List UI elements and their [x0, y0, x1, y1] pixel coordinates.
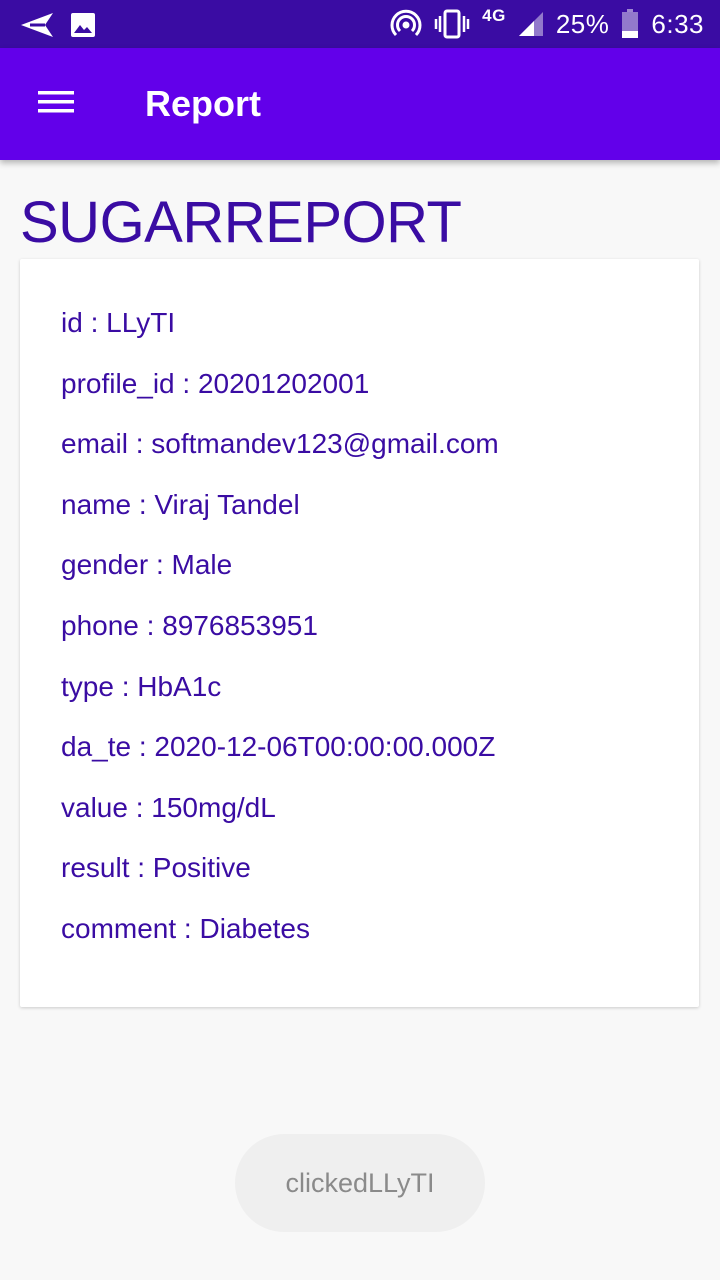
- report-field-gender: gender : Male: [61, 549, 233, 580]
- image-icon: [70, 12, 96, 38]
- report-field-date: da_te : 2020-12-06T00:00:00.000Z: [61, 731, 496, 762]
- page-title: SUGARREPORT: [20, 190, 462, 255]
- send-icon: [20, 12, 54, 38]
- signal-icon: [518, 11, 544, 37]
- report-field-result: result : Positive: [61, 852, 251, 883]
- report-field-type: type : HbA1c: [61, 671, 222, 702]
- report-field-id: id : LLyTI: [61, 307, 176, 338]
- report-field-name: name : Viraj Tandel: [61, 489, 300, 520]
- clock: 6:33: [651, 8, 704, 39]
- status-bar: 4G 25% 6:33: [0, 0, 720, 48]
- report-field-email: email : softmandev123@gmail.com: [61, 428, 499, 459]
- battery-percent: 25%: [555, 8, 610, 39]
- status-bar-left: [20, 10, 96, 40]
- status-bar-right: 4G 25% 6:33: [390, 0, 704, 48]
- report-card: id : LLyTI profile_id : 20201202001 emai…: [20, 259, 699, 1007]
- network-type: 4G: [482, 6, 506, 25]
- hotspot-icon: [390, 8, 422, 40]
- report-field-phone: phone : 8976853951: [61, 610, 318, 641]
- hamburger-menu-button[interactable]: [22, 72, 90, 136]
- report-field-value: value : 150mg/dL: [61, 792, 276, 823]
- report-field-profile-id: profile_id : 20201202001: [61, 368, 370, 399]
- report-field-comment: comment : Diabetes: [61, 913, 310, 944]
- vibrate-icon: [434, 9, 470, 39]
- hamburger-menu-icon: [36, 87, 76, 122]
- app-bar: Report: [0, 48, 720, 160]
- app-bar-title: Report: [145, 83, 261, 124]
- battery-icon: [621, 9, 639, 39]
- toast-message: clickedLLyTI: [235, 1134, 485, 1232]
